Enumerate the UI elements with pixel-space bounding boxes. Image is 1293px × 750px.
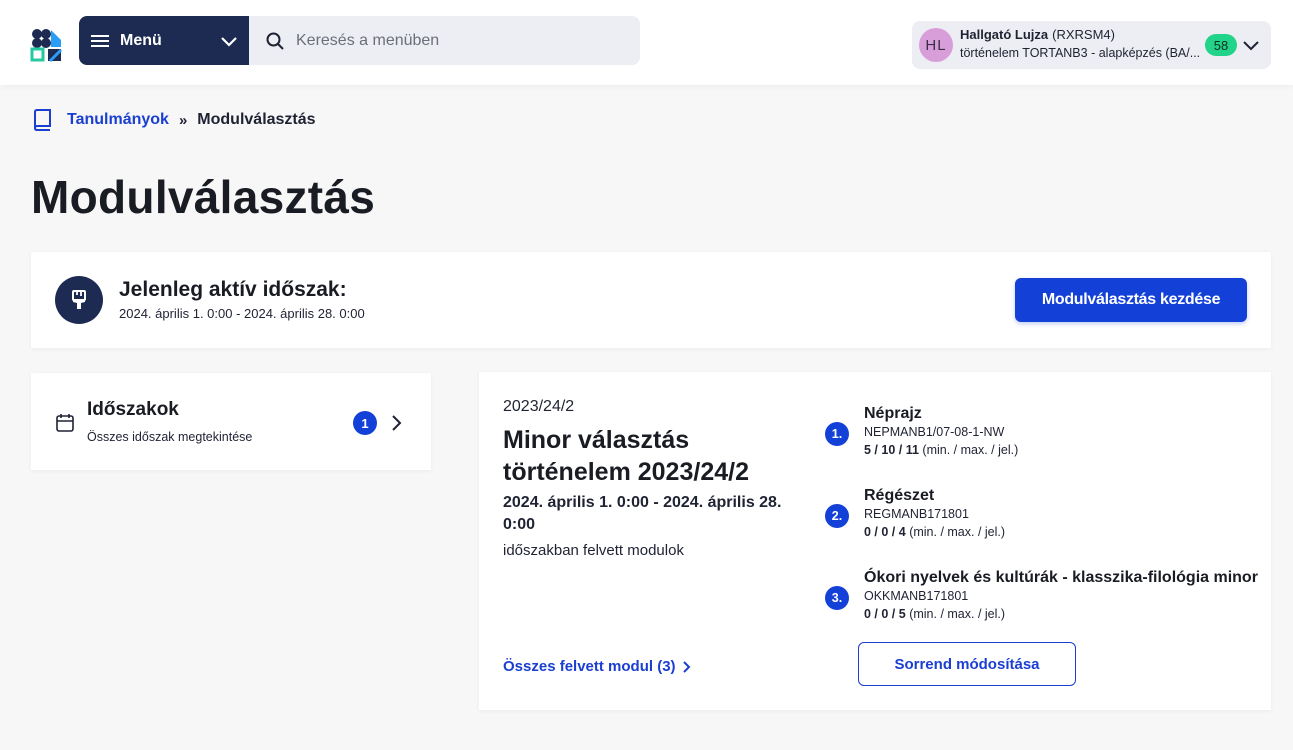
top-bar: Menü HL Hallgató Lujza(RXRSM4) történele… bbox=[0, 0, 1293, 85]
user-name: Hallgató Lujza bbox=[960, 27, 1049, 42]
search-icon bbox=[266, 32, 284, 50]
module-code: NEPMANB1/07-08-1-NW bbox=[864, 425, 1005, 439]
periods-card[interactable]: Időszakok Összes időszak megtekintése 1 bbox=[31, 373, 431, 470]
book-icon bbox=[33, 109, 51, 131]
breadcrumb-current: Modulválasztás bbox=[197, 111, 316, 128]
menu-search bbox=[249, 16, 640, 65]
active-period-card: Jelenleg aktív időszak: 2024. április 1.… bbox=[31, 252, 1271, 348]
avatar: HL bbox=[919, 28, 953, 62]
module-values-numbers: 5 / 10 / 11 bbox=[864, 443, 919, 457]
chevron-down-icon bbox=[1243, 41, 1259, 51]
breadcrumb: Tanulmányok » Modulválasztás bbox=[32, 109, 316, 131]
selection-dates: 2024. április 1. 0:00 - 2024. április 28… bbox=[503, 494, 782, 533]
chevron-right-icon bbox=[392, 415, 402, 431]
change-order-button[interactable]: Sorrend módosítása bbox=[858, 642, 1076, 686]
module-values: 0 / 0 / 4 (min. / max. / jel.) bbox=[864, 525, 1005, 539]
module-code: OKKMANB171801 bbox=[864, 589, 969, 603]
menu-button[interactable]: Menü bbox=[79, 16, 249, 65]
module-number-badge: 2. bbox=[825, 504, 849, 528]
menu-label: Menü bbox=[120, 31, 162, 49]
app-logo-icon[interactable] bbox=[30, 27, 64, 63]
module-number-badge: 1. bbox=[825, 422, 849, 446]
module-values-numbers: 0 / 0 / 5 bbox=[864, 607, 906, 621]
active-period-dates: 2024. április 1. 0:00 - 2024. április 28… bbox=[119, 306, 365, 321]
calendar-icon bbox=[56, 414, 74, 432]
hamburger-icon bbox=[91, 34, 109, 47]
periods-title: Időszakok bbox=[87, 399, 179, 420]
chevron-right-icon bbox=[682, 660, 690, 673]
module-values-suffix: (min. / max. / jel.) bbox=[909, 525, 1006, 539]
notification-badge[interactable]: 58 bbox=[1205, 34, 1237, 56]
user-name-line: Hallgató Lujza (RXRSM4) bbox=[960, 27, 1115, 42]
paint-brush-icon bbox=[72, 290, 86, 309]
search-input[interactable] bbox=[296, 31, 616, 50]
semester-label: 2023/24/2 bbox=[503, 398, 575, 415]
periods-count-badge: 1 bbox=[353, 411, 377, 435]
module-number-badge: 3. bbox=[825, 586, 849, 610]
module-code: REGMANB171801 bbox=[864, 507, 969, 521]
active-period-title: Jelenleg aktív időszak: bbox=[119, 278, 347, 301]
start-module-selection-button[interactable]: Modulválasztás kezdése bbox=[1015, 278, 1247, 322]
module-values: 5 / 10 / 11 (min. / max. / jel.) bbox=[864, 443, 1018, 457]
chevron-down-icon bbox=[221, 36, 237, 47]
module-selection-card: 2023/24/2 Minor választás történelem 202… bbox=[479, 372, 1271, 710]
module-name: Néprajz bbox=[864, 405, 922, 422]
all-modules-link[interactable]: Összes felvett modul (3) bbox=[503, 658, 694, 675]
active-period-icon-circle bbox=[55, 276, 103, 324]
user-code: (RXRSM4) bbox=[1052, 27, 1115, 42]
module-name: Ókori nyelvek és kultúrák - klasszika-fi… bbox=[864, 569, 1258, 586]
module-values: 0 / 0 / 5 (min. / max. / jel.) bbox=[864, 607, 1005, 621]
user-program: történelem TORTANB3 - alapképzés (BA/... bbox=[960, 46, 1201, 60]
selection-subtitle: időszakban felvett modulok bbox=[503, 542, 684, 559]
module-values-suffix: (min. / max. / jel.) bbox=[922, 443, 1019, 457]
page-title: Modulválasztás bbox=[31, 171, 376, 223]
selection-title: Minor választás történelem 2023/24/2 bbox=[503, 426, 749, 486]
user-profile-dropdown[interactable]: HL Hallgató Lujza (RXRSM4) történelem TOR… bbox=[912, 21, 1271, 69]
module-values-numbers: 0 / 0 / 4 bbox=[864, 525, 906, 539]
breadcrumb-link-tanulmanyok[interactable]: Tanulmányok bbox=[67, 111, 169, 129]
module-name: Régészet bbox=[864, 487, 935, 504]
all-modules-link-label: Összes felvett modul (3) bbox=[503, 658, 676, 675]
module-values-suffix: (min. / max. / jel.) bbox=[909, 607, 1006, 621]
periods-subtitle: Összes időszak megtekintése bbox=[87, 430, 253, 444]
breadcrumb-separator: » bbox=[178, 111, 188, 129]
